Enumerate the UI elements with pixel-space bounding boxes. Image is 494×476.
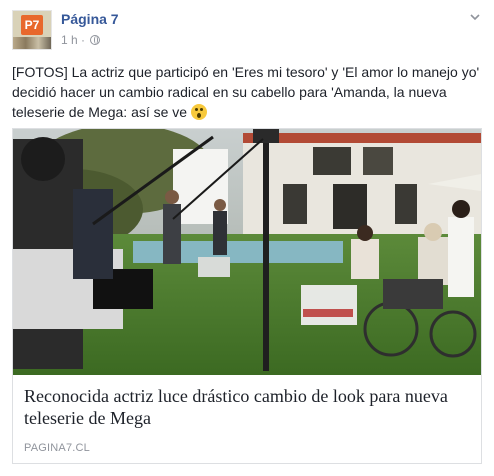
page-name-link[interactable]: Página 7 (61, 11, 119, 27)
page-avatar-logo: P7 (21, 15, 43, 35)
link-preview-image[interactable] (13, 129, 481, 375)
link-preview-title[interactable]: Reconocida actriz luce drástico cambio d… (24, 385, 474, 429)
globe-icon (90, 35, 101, 45)
post-text-body: [FOTOS] La actriz que participó en 'Eres… (12, 64, 480, 120)
meta-separator: · (77, 33, 89, 47)
post-meta: 1 h · (61, 33, 101, 47)
page-avatar[interactable]: P7 (12, 10, 52, 50)
avatar-photo-strip (13, 37, 51, 49)
link-preview-domain: PAGINA7.CL (24, 442, 90, 454)
facebook-post: P7 Página 7 1 h · [FOTOS] La actriz que … (0, 0, 494, 476)
surprised-face-icon (191, 104, 207, 120)
chevron-down-icon[interactable] (470, 12, 480, 22)
post-text: [FOTOS] La actriz que participó en 'Eres… (12, 62, 482, 122)
post-timestamp[interactable]: 1 h (61, 33, 78, 47)
link-preview[interactable]: Reconocida actriz luce drástico cambio d… (12, 128, 482, 464)
post-header: P7 Página 7 1 h · (12, 10, 482, 54)
